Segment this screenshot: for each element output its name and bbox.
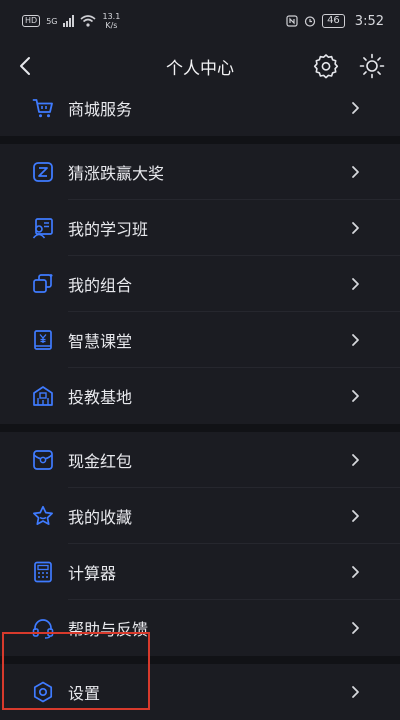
menu-item-label: 投教基地 xyxy=(68,388,133,407)
status-bar: HD 5G 13.1 K/s 46 3:52 xyxy=(0,0,400,42)
menu-item-mall-services[interactable]: 商城服务 xyxy=(0,80,400,136)
red-packet-icon xyxy=(33,450,53,470)
chevron-right-icon xyxy=(352,334,359,346)
status-right: 46 3:52 xyxy=(286,14,384,29)
study-class-icon xyxy=(32,218,53,239)
chevron-right-icon xyxy=(352,278,359,290)
menu-item-label: 现金红包 xyxy=(68,452,133,471)
gear-icon[interactable] xyxy=(312,52,340,80)
back-arrow-icon[interactable] xyxy=(12,52,40,80)
menu-item-label: 帮助与反馈 xyxy=(68,620,149,639)
menu-item-my-portfolio[interactable]: 我的组合 xyxy=(0,256,400,312)
menu-item-label: 智慧课堂 xyxy=(68,332,133,351)
section-divider xyxy=(0,424,400,432)
speed-value: 13.1 xyxy=(102,12,121,21)
theme-sun-icon[interactable] xyxy=(358,52,386,80)
menu-item-help-feedback[interactable]: 帮助与反馈 xyxy=(0,600,400,656)
nfc-icon xyxy=(286,15,298,27)
clock: 3:52 xyxy=(354,13,384,29)
chevron-right-icon xyxy=(352,686,359,698)
building-icon xyxy=(33,386,53,406)
menu-item-label: 我的收藏 xyxy=(68,508,133,527)
wifi-icon xyxy=(80,15,97,27)
menu-item-label: 猜涨跌赢大奖 xyxy=(68,164,165,183)
book-yen-icon xyxy=(34,330,52,350)
chevron-right-icon xyxy=(352,166,359,178)
calculator-icon xyxy=(34,561,52,583)
section-divider xyxy=(0,656,400,664)
alarm-icon xyxy=(304,16,316,27)
hd-indicator: HD xyxy=(22,15,41,27)
menu-item-my-favorites[interactable]: 我的收藏 xyxy=(0,488,400,544)
portfolio-icon xyxy=(33,274,53,293)
chevron-right-icon xyxy=(352,622,359,634)
menu-item-settings[interactable]: 设置 xyxy=(0,664,400,720)
star-icon xyxy=(33,505,53,525)
chevron-right-icon xyxy=(352,222,359,234)
cart-icon xyxy=(32,99,53,118)
battery-indicator: 46 xyxy=(322,14,345,28)
status-left: HD 5G 13.1 K/s xyxy=(22,12,120,30)
chevron-right-icon xyxy=(352,454,359,466)
menu-item-calculator[interactable]: 计算器 xyxy=(0,544,400,600)
chevron-right-icon xyxy=(352,102,359,114)
menu-item-label: 商城服务 xyxy=(68,100,133,119)
menu-item-study-class[interactable]: 我的学习班 xyxy=(0,200,400,256)
menu-item-smart-classroom[interactable]: 智慧课堂 xyxy=(0,312,400,368)
speed-unit: K/s xyxy=(105,21,118,30)
page-title: 个人中心 xyxy=(166,58,234,79)
menu-item-label: 我的学习班 xyxy=(68,220,149,239)
menu-list: 商城服务 猜涨跌赢大奖 我的学习班 我的组合 智慧课堂 投教基地 现金红包 我的… xyxy=(0,80,400,720)
menu-item-label: 设置 xyxy=(68,684,101,703)
network-speed: 13.1 K/s xyxy=(102,12,120,30)
menu-item-label: 计算器 xyxy=(68,564,117,583)
headset-icon xyxy=(32,619,54,639)
settings-icon xyxy=(33,681,53,703)
menu-item-guess-prize[interactable]: 猜涨跌赢大奖 xyxy=(0,144,400,200)
section-divider xyxy=(0,136,400,144)
network-type: 5G xyxy=(46,16,58,26)
signal-icon xyxy=(63,15,75,27)
chevron-right-icon xyxy=(352,566,359,578)
menu-item-education-base[interactable]: 投教基地 xyxy=(0,368,400,424)
menu-item-cash-red-packet[interactable]: 现金红包 xyxy=(0,432,400,488)
chevron-right-icon xyxy=(352,510,359,522)
chevron-right-icon xyxy=(352,390,359,402)
menu-item-label: 我的组合 xyxy=(68,276,133,295)
z-badge-icon xyxy=(33,162,53,182)
